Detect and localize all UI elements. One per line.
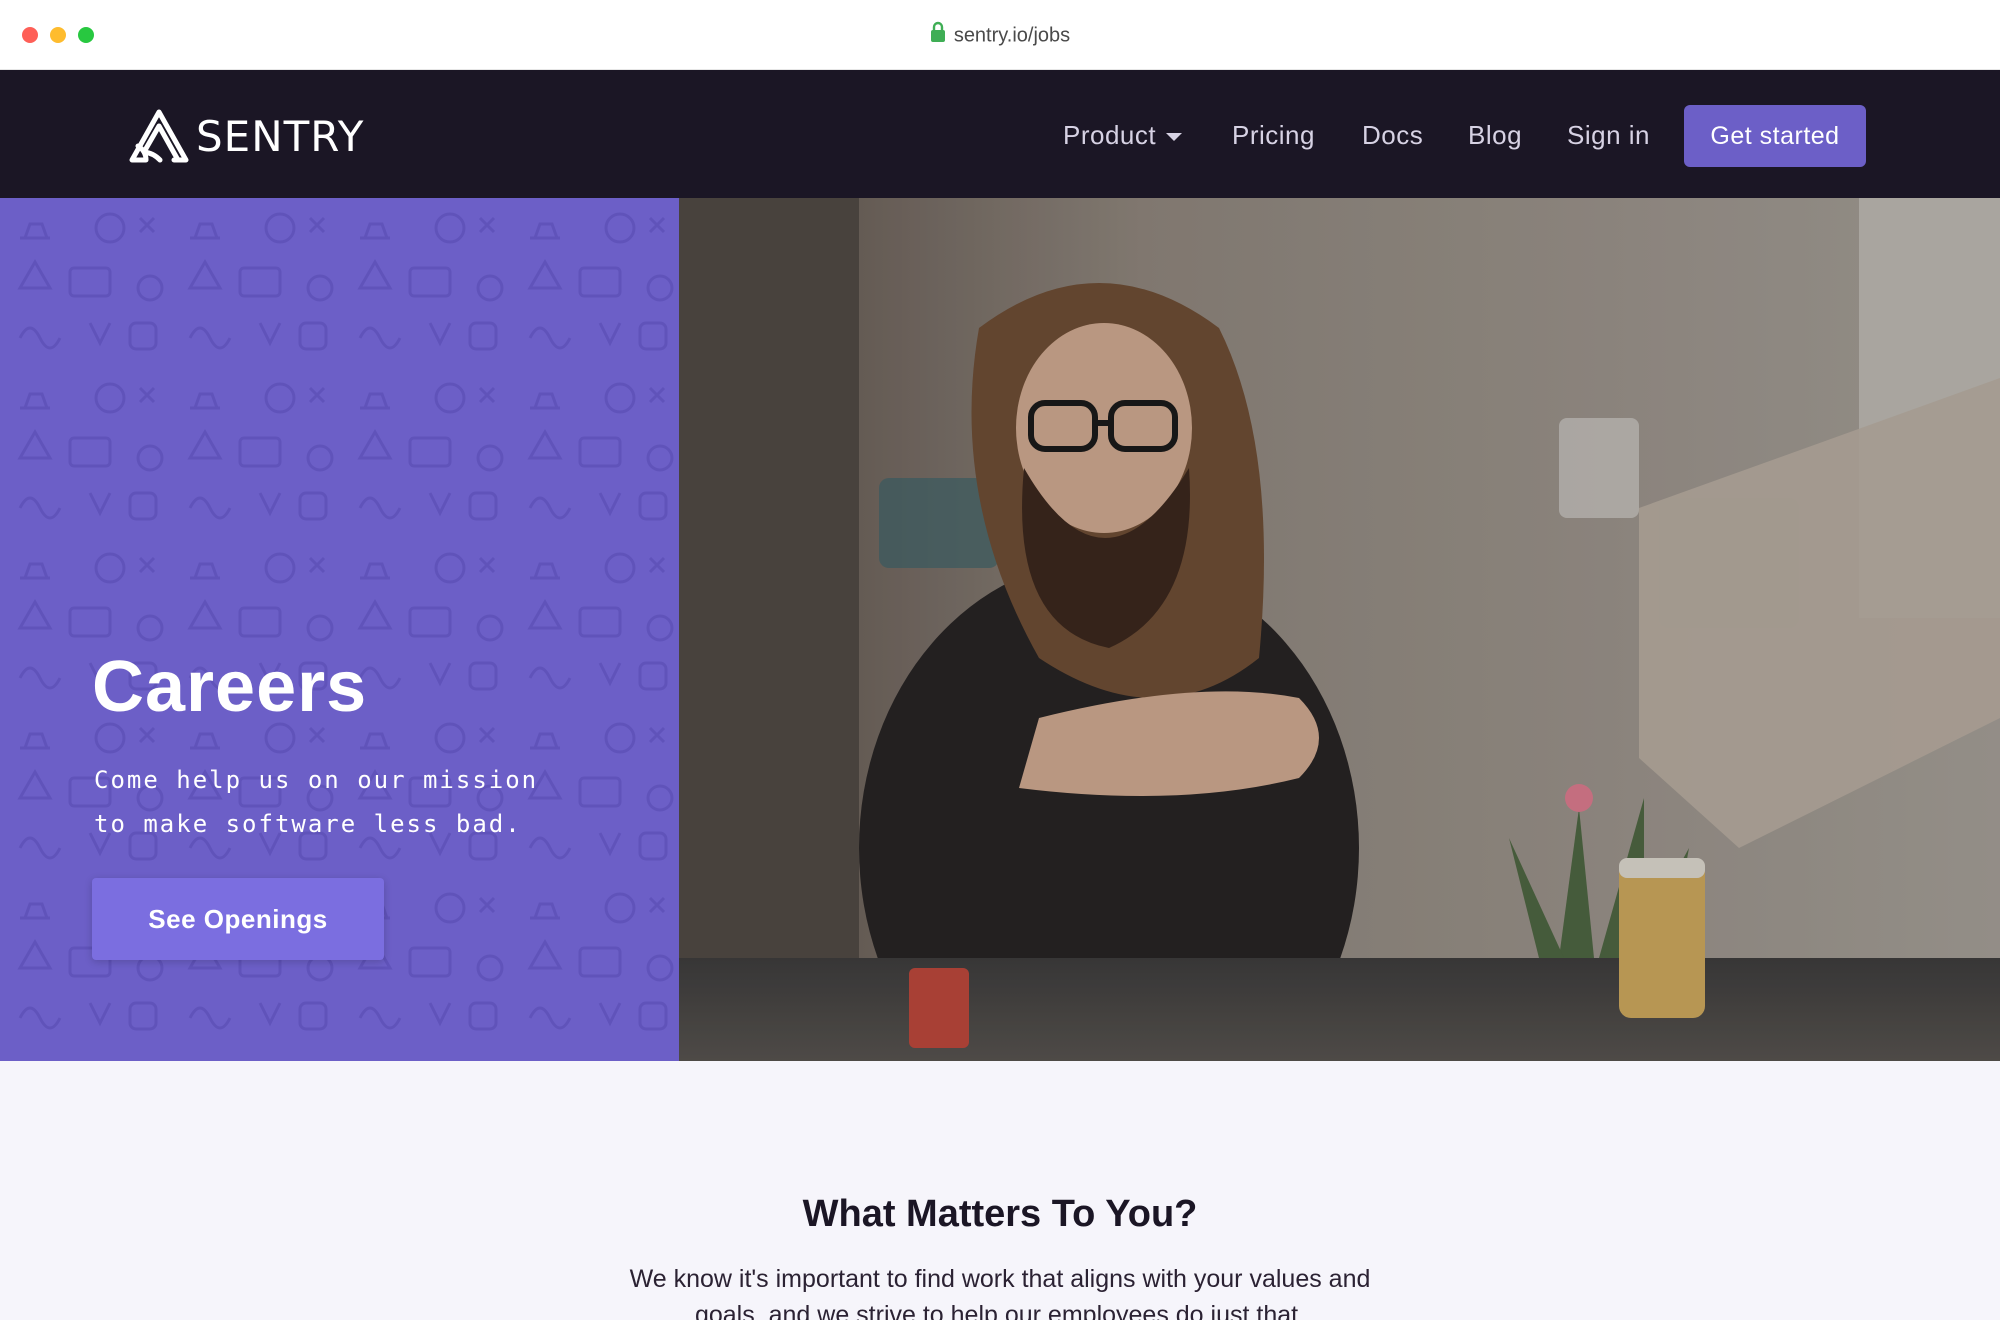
sentry-glyph-icon (129, 109, 189, 163)
values-section: What Matters To You? We know it's import… (0, 1061, 2000, 1320)
browser-chrome: sentry.io/jobs (0, 0, 2000, 70)
hero-panel: Careers Come help us on our mission to m… (0, 198, 679, 1061)
section-body: We know it's important to find work that… (629, 1265, 1371, 1320)
office-photo-illustration (679, 198, 2000, 1061)
nav-product[interactable]: Product (1063, 120, 1183, 150)
nav-blog[interactable]: Blog (1468, 120, 1522, 150)
url-text: sentry.io/jobs (953, 24, 1071, 47)
site-nav: SENTRY Product Pricing Docs Blog Sign in… (0, 70, 2000, 198)
get-started-button[interactable]: Get started (1684, 105, 1866, 167)
nav-product-label: Product (1063, 120, 1157, 150)
section-title: What Matters To You? (802, 1193, 1198, 1235)
hero-title: Careers (92, 647, 368, 727)
see-openings-button[interactable]: See Openings (92, 878, 384, 960)
address-bar[interactable]: sentry.io/jobs (0, 21, 2000, 51)
lock-icon (930, 21, 946, 51)
logo-wordmark: SENTRY (196, 111, 365, 161)
hero-tagline-line-1: Come help us on our mission (94, 766, 539, 794)
caret-down-icon (1166, 133, 1183, 142)
nav-pricing[interactable]: Pricing (1232, 120, 1315, 150)
hero-tagline: Come help us on our mission to make soft… (94, 758, 614, 846)
hero-tagline-line-2: to make software less bad. (94, 810, 522, 838)
nav-docs[interactable]: Docs (1362, 120, 1423, 150)
nav-sign-in[interactable]: Sign in (1567, 120, 1650, 150)
hero-photo (679, 198, 2000, 1061)
sentry-logo[interactable]: SENTRY (128, 108, 364, 164)
